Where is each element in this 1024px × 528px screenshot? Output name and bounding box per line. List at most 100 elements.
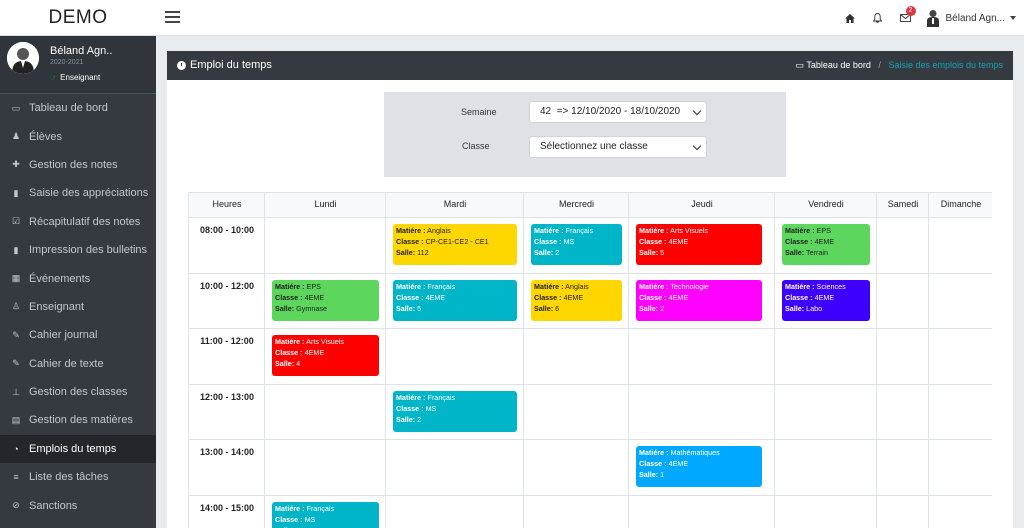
event-class: Classe : 4EME bbox=[396, 292, 446, 302]
sidebar-item-label: Impression des bulletins bbox=[29, 244, 148, 257]
page-title-text: Emploi du temps bbox=[190, 59, 272, 71]
sidebar-item-emplois-du-temps[interactable]: ◔ Emplois du temps bbox=[0, 434, 156, 464]
event-subject: Matiére : Arts Visuels bbox=[639, 226, 708, 235]
timetable-event[interactable]: Matiére : Français Classe : 4EME Salle: 5 bbox=[393, 280, 517, 321]
event-subject: Matiére : Français bbox=[275, 504, 335, 513]
event-class: Classe : MS bbox=[275, 514, 316, 524]
event-room: Salle: 5 bbox=[396, 303, 422, 313]
sidebar-item-gestion-des-classes[interactable]: ⊥ Gestion des classes bbox=[0, 378, 156, 406]
time-slot-label: 10:00 - 12:00 bbox=[199, 281, 255, 291]
event-subject: Matiére : Technologie bbox=[639, 282, 709, 291]
timetable-event[interactable]: Matiére : Français Classe : MS Salle: 2 bbox=[531, 224, 622, 265]
event-subject: Matiére : EPS bbox=[275, 282, 321, 291]
user-tie-icon: ♙ bbox=[11, 301, 21, 312]
laptop-icon: ▭ bbox=[11, 102, 21, 113]
event-subject: Matiére : Anglais bbox=[396, 226, 451, 235]
column-divider bbox=[523, 192, 524, 528]
user-panel-name[interactable]: Béland Agn.. bbox=[50, 45, 112, 57]
top-navbar: DEMO 2 Béland Agn... bbox=[0, 0, 1024, 36]
file-icon: ▮ bbox=[13, 244, 19, 255]
timetable-event[interactable]: Matiére : Anglais Classe : 4EME Salle: 6 bbox=[531, 280, 622, 321]
sidebar-item-label: Gestion des notes bbox=[29, 158, 118, 171]
content-header: Emploi du temps ▭ Tableau de bord / Sais… bbox=[167, 51, 1013, 80]
sidebar-item-label: Emplois du temps bbox=[29, 442, 117, 455]
breadcrumb-home[interactable]: Tableau de bord bbox=[806, 60, 871, 70]
time-slot-label: 13:00 - 14:00 bbox=[199, 447, 255, 457]
sidebar-item-cahier-de-texte[interactable]: ✎ Cahier de texte bbox=[0, 350, 156, 378]
event-room: Salle: 2 bbox=[639, 303, 665, 313]
timetable-event[interactable]: Matiére : Arts Visuels Classe : 4EME Salle… bbox=[636, 224, 762, 265]
event-class: Classe : 4EME bbox=[639, 236, 689, 246]
menu-toggle-icon[interactable] bbox=[165, 11, 180, 23]
event-room: Salle: Terrain bbox=[785, 247, 829, 257]
sidebar-item-impression-des-bulletins[interactable]: ▮ Impression des bulletins bbox=[0, 236, 156, 264]
event-class: Classe : 4EME bbox=[785, 236, 835, 246]
event-class: Classe : 4EME bbox=[275, 292, 325, 302]
filter-panel: Semaine 42 => 12/10/2020 - 18/10/2020 Cl… bbox=[384, 92, 786, 177]
sidebar-item-eleves[interactable]: ♟ Élèves bbox=[0, 122, 156, 150]
sidebar-item-gestion-des-matieres[interactable]: ▤ Gestion des matières bbox=[0, 406, 156, 434]
user-menu[interactable]: Béland Agn... bbox=[926, 9, 1016, 27]
sidebar-item-recapitulatif-des-notes[interactable]: ☑ Récapitulatif des notes bbox=[0, 208, 156, 236]
event-class: Classe : MS bbox=[534, 236, 575, 246]
sidebar-item-enseignant[interactable]: ♙ Enseignant bbox=[0, 293, 156, 321]
avatar[interactable] bbox=[7, 42, 39, 74]
page-title: Emploi du temps bbox=[177, 51, 272, 80]
timetable-event[interactable]: Matiére : Technologie Classe : 4EME Salle:… bbox=[636, 280, 762, 321]
event-room: Salle: Labo bbox=[785, 303, 823, 313]
sidebar-item-label: Liste des tâches bbox=[29, 471, 109, 484]
event-room: Salle: 2 bbox=[396, 414, 422, 424]
home-icon[interactable] bbox=[836, 0, 864, 36]
column-header: Heures bbox=[212, 199, 242, 209]
timetable-event[interactable]: Matiére : Arts Visuels Classe : 4EME Salle… bbox=[272, 335, 379, 376]
event-class: Classe : 4EME bbox=[534, 292, 584, 302]
event-class: Classe : 4EME bbox=[639, 292, 689, 302]
sidebar-item-cahier-journal[interactable]: ✎ Cahier journal bbox=[0, 321, 156, 349]
sidebar-item-saisie-des-appreciations[interactable]: ▮ Saisie des appréciations bbox=[0, 179, 156, 207]
bell-icon[interactable] bbox=[864, 0, 892, 36]
timetable-event[interactable]: Matiére : EPS Classe : 4EME Salle: Terrain bbox=[782, 224, 870, 265]
event-subject: Matiére : Français bbox=[396, 393, 456, 402]
timetable-event[interactable]: Matiére : FrançaisClasse : MSSalle: bbox=[272, 502, 379, 528]
event-room: Salle: 4 bbox=[275, 358, 301, 368]
timetable-event[interactable]: Matiére : EPS Classe : 4EME Salle: Gymnase bbox=[272, 280, 379, 321]
event-subject: Matiére : Français bbox=[534, 226, 594, 235]
event-room: Salle: 6 bbox=[534, 303, 560, 313]
timetable-event[interactable]: Matiére : Anglais Classe : CP-CE1-CE2 - C… bbox=[393, 224, 517, 265]
event-class: Classe : CP-CE1-CE2 - CE1 bbox=[396, 236, 489, 246]
semaine-select[interactable]: 42 => 12/10/2020 - 18/10/2020 bbox=[529, 101, 707, 123]
timetable-event[interactable]: Matiére : Français Classe : MS Salle: 2 bbox=[393, 391, 517, 432]
user-avatar-icon bbox=[926, 10, 939, 27]
laptop-icon: ▭ bbox=[795, 60, 804, 70]
semaine-select-value: 42 => 12/10/2020 - 18/10/2020 bbox=[540, 106, 681, 117]
envelope-icon[interactable]: 2 bbox=[892, 0, 920, 36]
user-icon: ♟ bbox=[11, 131, 21, 142]
sidebar-item-label: Enseignant bbox=[29, 300, 85, 313]
sidebar-item-liste-des-taches[interactable]: ≡ Liste des tâches bbox=[0, 463, 156, 491]
event-subject: Matiére : EPS bbox=[785, 226, 831, 235]
timetable-event[interactable]: Matiére : Sciences Classe : 4EME Salle: La… bbox=[782, 280, 870, 321]
row-divider bbox=[189, 495, 992, 496]
sidebar-item-evenements[interactable]: ▦ Événements bbox=[0, 264, 156, 292]
classe-select[interactable]: Sélectionnez une classe bbox=[529, 136, 707, 158]
sidebar-item-label: Cahier journal bbox=[29, 329, 98, 342]
sidebar-nav: ▭ Tableau de bord ♟ Élèves ✚ Gestion des note… bbox=[0, 94, 156, 520]
row-divider bbox=[189, 384, 992, 385]
file-icon: ▮ bbox=[13, 187, 19, 198]
column-header: Lundi bbox=[314, 199, 337, 209]
user-panel: Béland Agn.. 2020-2021 ☞ Enseignant bbox=[0, 36, 156, 94]
event-class: Classe : 4EME bbox=[785, 292, 835, 302]
list-icon: ≡ bbox=[13, 472, 19, 483]
sidebar-item-gestion-des-notes[interactable]: ✚ Gestion des notes bbox=[0, 151, 156, 179]
sidebar-item-sanctions[interactable]: ⊘ Sanctions bbox=[0, 491, 156, 519]
event-room: Salle: Gymnase bbox=[275, 303, 327, 313]
brand-logo[interactable]: DEMO bbox=[0, 0, 156, 36]
timetable-event[interactable]: Matiére : Mathématiques Classe : 4EME Sall… bbox=[636, 446, 762, 487]
notification-badge: 2 bbox=[905, 6, 916, 16]
semaine-label: Semaine bbox=[461, 107, 497, 117]
sidebar-item-tableau-de-bord[interactable]: ▭ Tableau de bord bbox=[0, 94, 156, 122]
event-room: Salle: 2 bbox=[534, 247, 560, 257]
clock-icon: ◔ bbox=[13, 443, 19, 454]
classe-select-value: Sélectionnez une classe bbox=[540, 141, 648, 152]
column-header: Jeudi bbox=[691, 199, 713, 209]
